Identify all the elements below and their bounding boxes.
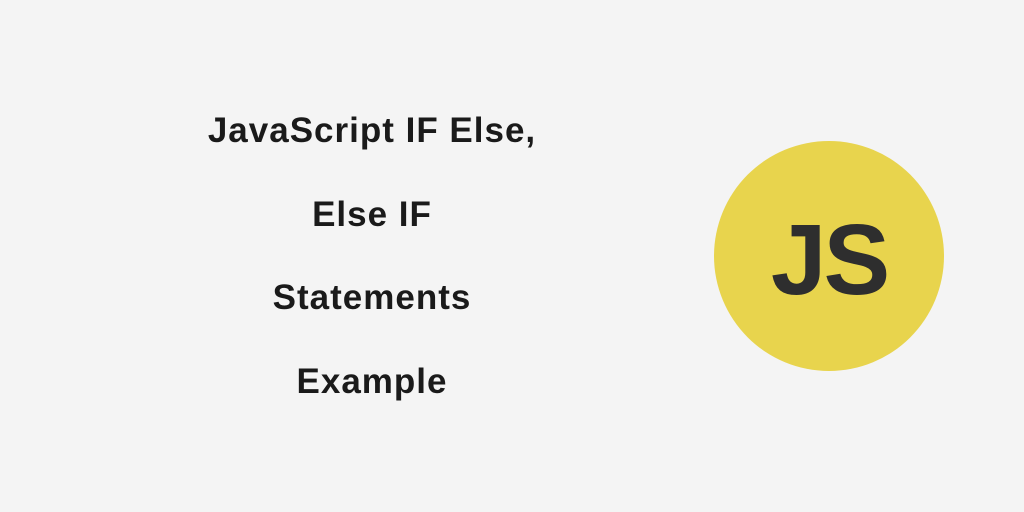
title-line-4: Example bbox=[90, 359, 654, 405]
title-block: JavaScript IF Else, Else IF Statements E… bbox=[90, 108, 654, 404]
hero-content: JavaScript IF Else, Else IF Statements E… bbox=[0, 108, 1024, 404]
title-line-2: Else IF bbox=[90, 192, 654, 238]
logo-text: JS bbox=[771, 203, 887, 318]
javascript-logo-icon: JS bbox=[714, 141, 944, 371]
title-line-1: JavaScript IF Else, bbox=[90, 108, 654, 154]
title-line-3: Statements bbox=[90, 275, 654, 321]
